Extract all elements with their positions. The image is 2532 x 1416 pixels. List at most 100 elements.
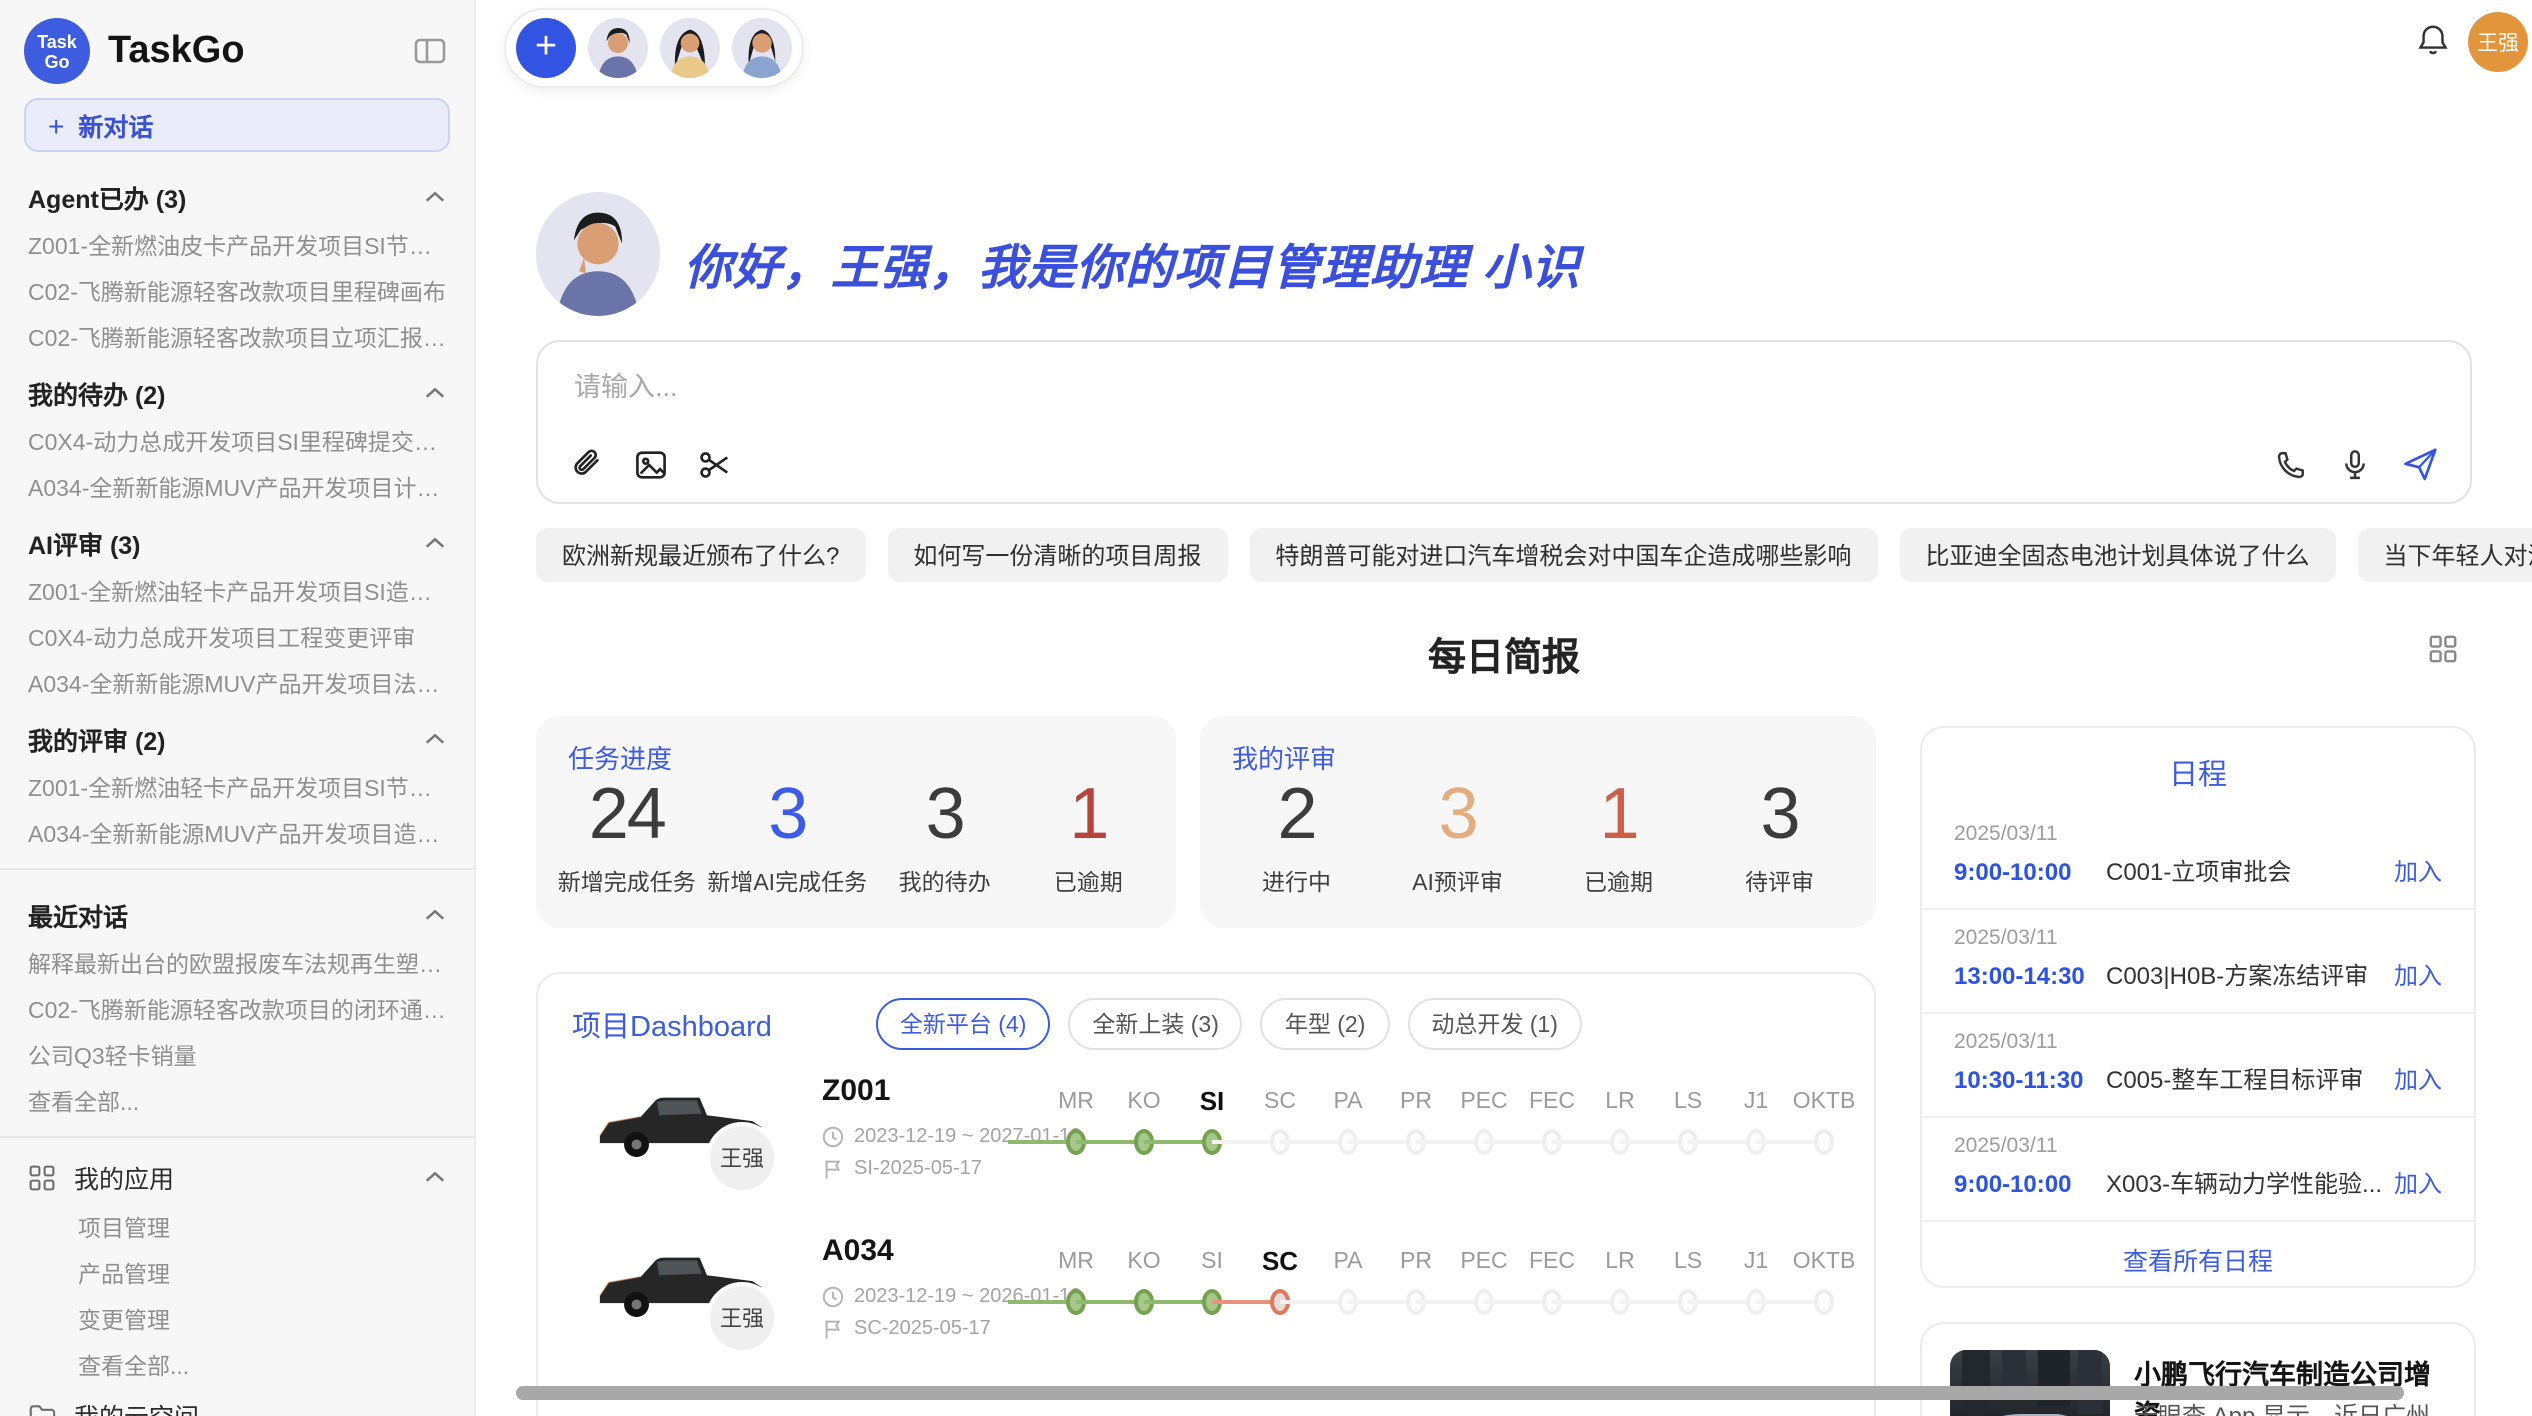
agent-avatar-2[interactable] [660,18,720,78]
chevron-up-icon[interactable] [424,732,446,746]
suggestion-chip[interactable]: 特朗普可能对进口汽车增税会对中国车企造成哪些影响 [1249,528,1877,582]
suggestion-chip[interactable]: 比亚迪全固态电池计划具体说了什么 [1899,528,2335,582]
scissors-icon[interactable] [698,448,732,482]
dashboard-title: 项目Dashboard [572,1003,772,1045]
chevron-up-icon[interactable] [424,908,446,922]
suggestion-chip[interactable]: 当下年轻人对汽车外观有怎样的喜好趋势 [2357,528,2532,582]
project-owner-badge: 王强 [706,1282,778,1354]
milestone: PR [1382,1082,1450,1162]
add-agent-button[interactable]: + [516,18,576,78]
sidebar-task-item[interactable]: C02-飞腾新能源轻客改款项目里程碑画布 [0,268,474,314]
milestone: PEC [1450,1242,1518,1322]
sidebar-task-item[interactable]: Z001-全新燃油轻卡产品开发项目SI造型提交物评审 [0,568,474,614]
send-icon[interactable] [2402,446,2438,482]
chevron-up-icon[interactable] [424,386,446,400]
section-items: Z001-全新燃油轻卡产品开发项目SI节点属性5D文件评审A034-全新新能源M… [0,764,474,856]
chevron-up-icon[interactable] [424,190,446,204]
phone-icon[interactable] [2274,447,2308,481]
chat-input[interactable] [570,362,2438,410]
sidebar-task-item[interactable]: C02-飞腾新能源轻客改款项目立项汇报方案 [0,314,474,360]
microphone-icon[interactable] [2338,447,2372,481]
milestone: LR [1586,1242,1654,1322]
layout-grid-icon[interactable] [2428,634,2458,664]
section-items: C0X4-动力总成开发项目SI里程碑提交物检查A034-全新新能源MUV产品开发… [0,418,474,510]
schedule-time: 10:30-11:30 [1954,1065,2106,1093]
milestone-label: KO [1110,1242,1178,1282]
project-flag-text: SC-2025-05-17 [854,1318,991,1340]
attachment-icon[interactable] [570,448,604,482]
stat-item: 1 已逾期 [1022,772,1154,898]
app-item[interactable]: 查看全部... [0,1342,474,1388]
sidebar-task-item[interactable]: A034-全新新能源MUV产品开发项目计划变更表编写 [0,464,474,510]
milestone-label: PEC [1450,1242,1518,1282]
sidebar-section-my-review: 我的评审 (2) Z001-全新燃油轻卡产品开发项目SI节点属性5D文件评审A0… [0,706,474,856]
app-item[interactable]: 项目管理 [0,1204,474,1250]
dashboard-tab[interactable]: 动总开发 (1) [1407,998,1582,1050]
milestone-label: PR [1382,1082,1450,1122]
flag-icon [822,1158,844,1180]
app-title: TaskGo [108,29,392,73]
milestone-label: PA [1314,1242,1382,1282]
new-chat-button[interactable]: + 新对话 [24,98,450,152]
logo-text-bottom: Go [45,51,70,71]
section-header: Agent已办 (3) [0,164,474,222]
join-link[interactable]: 加入 [2394,1062,2442,1096]
stat-value: 3 [1714,772,1846,856]
project-row[interactable]: 王强 Z001 2023-12-19 ~ 2027-01-19 SI-2025-… [538,1062,1874,1222]
sidebar-item-my-apps[interactable]: 我的应用 [0,1150,474,1204]
chevron-up-icon[interactable] [424,536,446,550]
schedule-date: 2025/03/11 [1954,822,2442,846]
divider [0,1136,474,1138]
project-row[interactable]: 王强 A034 2023-12-19 ~ 2026-01-19 SC-2025-… [538,1222,1874,1382]
milestone-track-row: MR KO [1042,1242,1858,1322]
recent-chat-item[interactable]: 解释最新出台的欧盟报废车法规再生塑料比例被调至15%... [0,940,474,986]
dashboard-tab[interactable]: 全新平台 (4) [876,998,1051,1050]
milestone-label: MR [1042,1082,1110,1122]
news-card[interactable]: 小鹏飞行汽车制造公司增资 天眼查 App 显示，近日广州汇天飞行汽... [1920,1322,2476,1416]
section-items: 解释最新出台的欧盟报废车法规再生塑料比例被调至15%...C02-飞腾新能源轻客… [0,940,474,1124]
agent-avatar-3[interactable] [732,18,792,78]
horizontal-scrollbar[interactable] [516,1386,2404,1400]
milestone-label: KO [1110,1082,1178,1122]
sidebar-task-item[interactable]: Z001-全新燃油轻卡产品开发项目SI节点属性5D文件评审 [0,764,474,810]
join-link[interactable]: 加入 [2394,1166,2442,1200]
join-link[interactable]: 加入 [2394,854,2442,888]
app-item[interactable]: 产品管理 [0,1250,474,1296]
sidebar-task-item[interactable]: C0X4-动力总成开发项目SI里程碑提交物检查 [0,418,474,464]
stat-label: 待评审 [1714,866,1846,898]
app-item[interactable]: 变更管理 [0,1296,474,1342]
stat-value: 3 [1392,772,1524,856]
dashboard-tab[interactable]: 年型 (2) [1261,998,1390,1050]
recent-chat-item[interactable]: C02-飞腾新能源轻客改款项目的闭环通告反馈情况 [0,986,474,1032]
dashboard-tab[interactable]: 全新上装 (3) [1068,998,1243,1050]
section-title: 最近对话 [28,896,128,934]
schedule-event-title: C005-整车工程目标评审 [2106,1062,2394,1096]
sidebar-item-cloud-space[interactable]: 我的云空间 [0,1388,474,1416]
section-header: 最近对话 [0,882,474,940]
sidebar-task-item[interactable]: C0X4-动力总成开发项目工程变更评审 [0,614,474,660]
milestone: LS [1654,1242,1722,1322]
notification-bell-icon[interactable] [2416,22,2450,58]
suggestion-chip[interactable]: 欧洲新规最近颁布了什么? [536,528,865,582]
sidebar-task-item[interactable]: Z001-全新燃油皮卡产品开发项目SI节点Lesson Learn报告 [0,222,474,268]
chevron-up-icon[interactable] [424,1170,446,1184]
sidebar-collapse-icon[interactable] [410,32,450,70]
app-root: Task Go TaskGo + 新对话 Agent已办 (3) Z001-全新… [0,0,2532,1416]
recent-chat-item[interactable]: 查看全部... [0,1078,474,1124]
milestone-label: J1 [1722,1082,1790,1122]
milestone-node [1790,1282,1858,1322]
user-avatar[interactable]: 王强 [2468,12,2528,72]
suggestion-chip[interactable]: 如何写一份清晰的项目周报 [887,528,1227,582]
sidebar-task-item[interactable]: A034-全新新能源MUV产品开发项目造型可行性评审 [0,810,474,856]
join-link[interactable]: 加入 [2394,958,2442,992]
recent-chat-item[interactable]: 公司Q3轻卡销量 [0,1032,474,1078]
view-all-schedule-link[interactable]: 查看所有日程 [1922,1220,2474,1288]
milestone: PA [1314,1082,1382,1162]
milestone-label: FEC [1518,1242,1586,1282]
sidebar-task-item[interactable]: A034-全新新能源MUV产品开发项目法规符合性评审 [0,660,474,706]
clock-icon [822,1126,844,1148]
agent-avatar-1[interactable] [588,18,648,78]
project-dashboard-card: 项目Dashboard 全新平台 (4) 全新上装 (3) 年型 (2) 动总开发 (… [536,972,1876,1416]
schedule-list: 2025/03/11 9:00-10:00 C001-立项审批会 加入 2025… [1922,806,2474,1220]
image-icon[interactable] [634,448,668,482]
